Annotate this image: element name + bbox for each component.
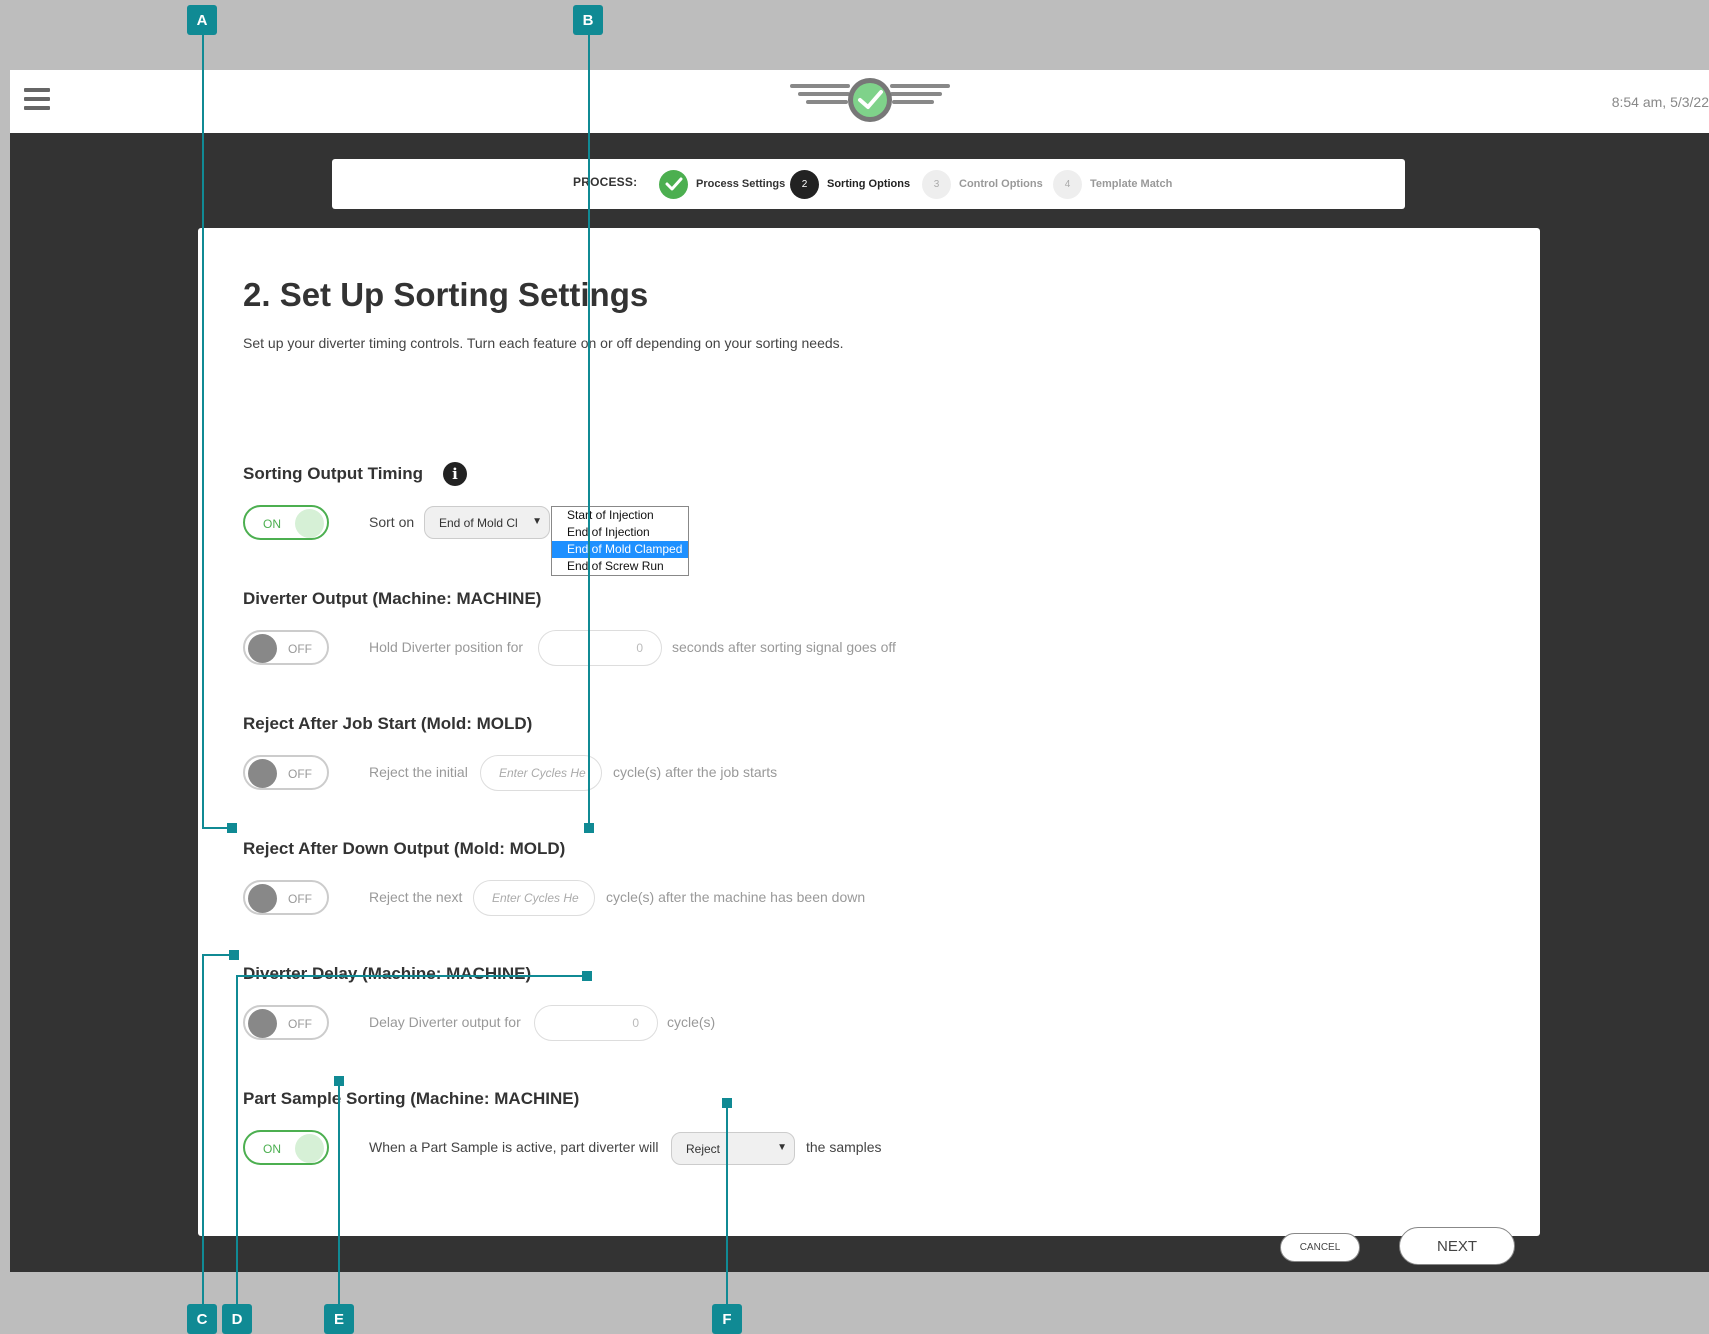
section-title-sorting-output-timing: Sorting Output Timing xyxy=(243,464,424,483)
next-button[interactable]: NEXT xyxy=(1399,1227,1515,1265)
step-template-match[interactable]: 4 Template Match xyxy=(1053,169,1172,199)
toggle-knob xyxy=(295,1134,324,1163)
step-label: Process Settings xyxy=(696,178,786,190)
diverter-delay-toggle[interactable]: OFF xyxy=(243,1005,329,1040)
callout-badge-b: B xyxy=(573,5,603,35)
toggle-label: OFF xyxy=(288,642,312,656)
diverter-delay-suffix: cycle(s) xyxy=(667,1014,716,1030)
step-control-options[interactable]: 3 Control Options xyxy=(922,169,1043,199)
step-process-settings[interactable]: Process Settings xyxy=(659,169,785,199)
sorting-output-timing-toggle[interactable]: ON xyxy=(243,505,329,540)
callout-badge-a: A xyxy=(187,5,217,35)
diverter-output-toggle[interactable]: OFF xyxy=(243,630,329,665)
step-sorting-options[interactable]: 2 Sorting Options xyxy=(790,169,910,199)
page-description: Set up your diverter timing controls. Tu… xyxy=(243,335,844,351)
hamburger-menu-icon[interactable] xyxy=(24,88,50,114)
toggle-knob xyxy=(248,884,277,913)
section-title-reject-after-down-output: Reject After Down Output (Mold: MOLD) xyxy=(243,839,566,858)
chevron-down-icon: ▼ xyxy=(532,516,542,527)
sort-on-dropdown-list: Start of Injection End of Injection End … xyxy=(551,506,689,576)
step-number: 3 xyxy=(922,169,951,199)
diverter-output-suffix: seconds after sorting signal goes off xyxy=(672,639,896,655)
sort-on-label: Sort on xyxy=(369,514,415,530)
callout-badge-f: F xyxy=(712,1304,742,1334)
stepper-prefix: PROCESS: xyxy=(573,175,638,189)
dropdown-option-selected[interactable]: End of Mold Clamped xyxy=(552,541,688,558)
hold-diverter-seconds-input[interactable]: 0 xyxy=(538,630,662,666)
diverter-delay-cycles-input[interactable]: 0 xyxy=(534,1005,658,1041)
checkmark-icon xyxy=(659,169,688,199)
part-sample-suffix: the samples xyxy=(806,1139,882,1155)
top-bar: 8:54 am, 5/3/22 xyxy=(10,70,1709,133)
app-window: 8:54 am, 5/3/22 PROCESS: Process Setting… xyxy=(10,70,1709,1272)
section-title-part-sample-sorting: Part Sample Sorting (Machine: MACHINE) xyxy=(243,1089,580,1108)
reject-after-down-output-suffix: cycle(s) after the machine has been down xyxy=(606,889,866,905)
cancel-button[interactable]: CANCEL xyxy=(1280,1233,1360,1262)
step-label: Control Options xyxy=(959,178,1043,190)
toggle-knob xyxy=(248,634,277,663)
diverter-delay-prefix: Delay Diverter output for xyxy=(369,1014,521,1030)
chevron-down-icon: ▼ xyxy=(777,1142,787,1153)
toggle-label: ON xyxy=(263,517,281,531)
section-title-diverter-delay: Diverter Delay (Machine: MACHINE) xyxy=(243,964,532,983)
toggle-label: ON xyxy=(263,1142,281,1156)
toggle-label: OFF xyxy=(288,1017,312,1031)
reject-after-down-output-prefix: Reject the next xyxy=(369,889,463,905)
diverter-output-prefix: Hold Diverter position for xyxy=(369,639,524,655)
reject-after-job-start-toggle[interactable]: OFF xyxy=(243,755,329,790)
step-number: 2 xyxy=(790,169,819,199)
info-icon[interactable]: i xyxy=(443,462,467,486)
toggle-knob xyxy=(295,509,324,538)
reject-after-job-start-suffix: cycle(s) after the job starts xyxy=(613,764,778,780)
callout-badge-e: E xyxy=(324,1304,354,1334)
page-title: 2. Set Up Sorting Settings xyxy=(243,276,649,313)
part-diverter-action-select[interactable]: Reject ▼ xyxy=(671,1132,795,1165)
reject-after-job-start-prefix: Reject the initial xyxy=(369,764,468,780)
part-diverter-selected-value: Reject xyxy=(686,1141,721,1156)
settings-card: 2. Set Up Sorting Settings Set up your d… xyxy=(198,228,1540,1265)
callout-badge-d: D xyxy=(222,1304,252,1334)
step-number: 4 xyxy=(1053,169,1082,199)
toggle-knob xyxy=(248,1009,277,1038)
step-label: Template Match xyxy=(1090,178,1173,190)
sort-on-selected-value: End of Mold Cl xyxy=(439,515,518,530)
logo xyxy=(790,78,950,122)
dropdown-option[interactable]: End of Injection xyxy=(552,524,688,541)
toggle-label: OFF xyxy=(288,767,312,781)
process-stepper: PROCESS: Process Settings 2 Sorting Opti… xyxy=(332,159,1405,209)
dropdown-option[interactable]: End of Screw Run xyxy=(552,558,688,575)
section-title-reject-after-job-start: Reject After Job Start (Mold: MOLD) xyxy=(243,714,533,733)
step-label: Sorting Options xyxy=(827,178,911,190)
reject-next-cycles-input[interactable]: Enter Cycles He xyxy=(473,880,595,916)
reject-after-down-output-toggle[interactable]: OFF xyxy=(243,880,329,915)
part-sample-sorting-toggle[interactable]: ON xyxy=(243,1130,329,1165)
part-sample-prefix: When a Part Sample is active, part diver… xyxy=(369,1139,659,1155)
clock: 8:54 am, 5/3/22 xyxy=(1611,94,1709,110)
section-title-diverter-output: Diverter Output (Machine: MACHINE) xyxy=(243,589,542,608)
toggle-knob xyxy=(248,759,277,788)
reject-initial-cycles-input[interactable]: Enter Cycles He xyxy=(480,755,602,791)
sort-on-select[interactable]: End of Mold Cl ▼ xyxy=(424,506,550,539)
dropdown-option[interactable]: Start of Injection xyxy=(552,507,688,524)
callout-badge-c: C xyxy=(187,1304,217,1334)
toggle-label: OFF xyxy=(288,892,312,906)
